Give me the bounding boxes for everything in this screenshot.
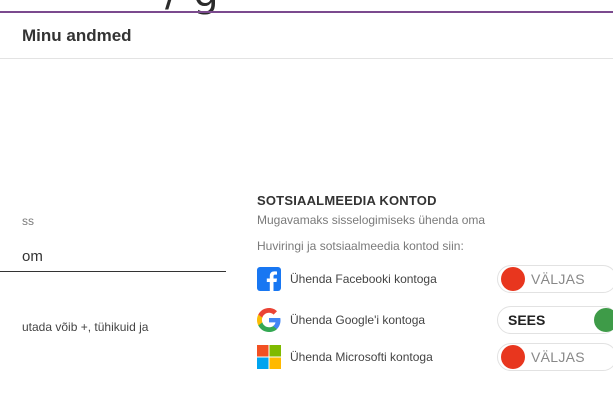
microsoft-connect-label: Ühenda Microsofti kontoga (290, 350, 433, 364)
microsoft-icon (257, 345, 281, 369)
toggle-knob (501, 267, 525, 291)
facebook-toggle[interactable]: VÄLJAS (497, 265, 613, 293)
social-accounts-description-line2: Huviringi ja sotsiaalmeedia kontod siin: (257, 239, 464, 253)
email-field[interactable]: om (22, 248, 43, 265)
phone-hint-text: utada võib +, tühikuid ja (22, 320, 149, 334)
toggle-status-text: VÄLJAS (531, 271, 585, 287)
email-field-underline (0, 271, 226, 272)
email-field-label: ss (22, 214, 34, 228)
microsoft-toggle[interactable]: VÄLJAS (497, 343, 613, 371)
page-title: Minu andmed (22, 26, 132, 45)
facebook-icon (257, 267, 281, 291)
accent-divider (0, 11, 613, 13)
header-divider (0, 58, 613, 59)
toggle-knob (594, 308, 613, 332)
social-accounts-description-line1: Mugavamaks sisselogimiseks ühenda oma (257, 213, 486, 227)
social-accounts-title: SOTSIAALMEEDIA KONTOD (257, 193, 437, 208)
toggle-status-text: VÄLJAS (531, 349, 585, 365)
toggle-status-text: SEES (508, 312, 546, 328)
microsoft-connect-row: Ühenda Microsofti kontoga VÄLJAS (257, 343, 613, 371)
top-heading-fragment: / g (165, 0, 220, 16)
google-connect-label: Ühenda Google'i kontoga (290, 313, 426, 327)
facebook-connect-label: Ühenda Facebooki kontoga (290, 272, 437, 286)
toggle-knob (501, 345, 525, 369)
google-toggle[interactable]: SEES (497, 306, 613, 334)
facebook-connect-row: Ühenda Facebooki kontoga VÄLJAS (257, 265, 613, 293)
google-icon (257, 308, 281, 332)
google-connect-row: Ühenda Google'i kontoga SEES (257, 306, 613, 334)
